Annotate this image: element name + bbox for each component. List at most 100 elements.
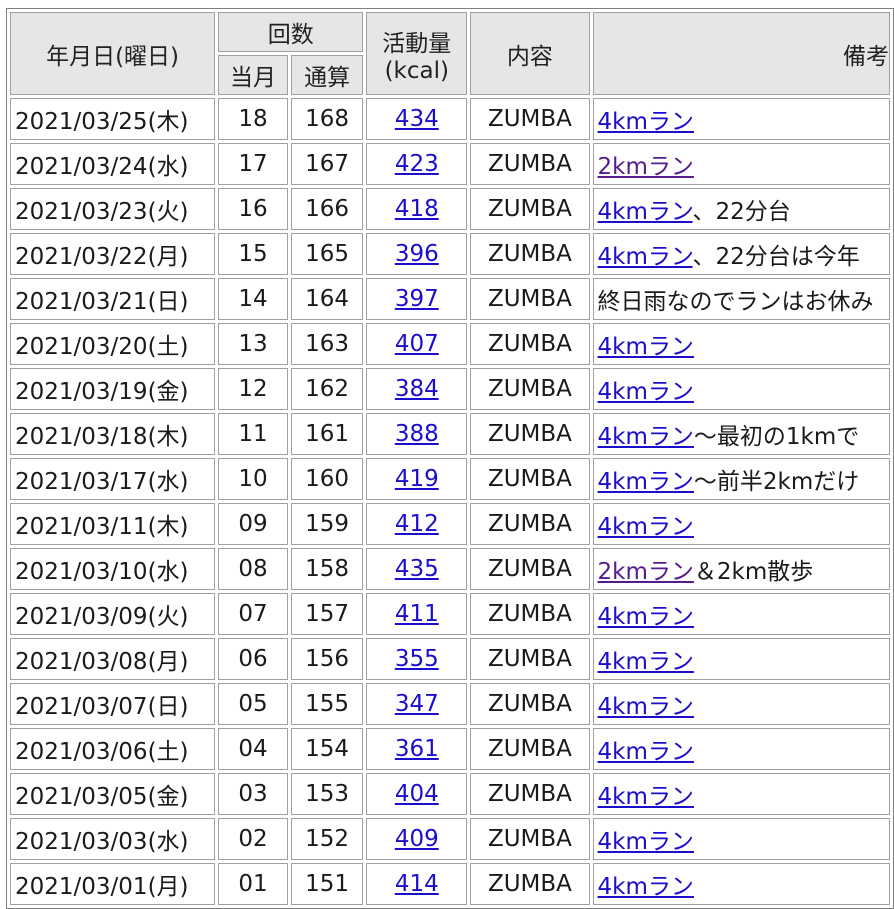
date-cell: 2021/03/17(水) <box>10 458 216 500</box>
table-row: 2021/03/10(水) 08 158 435 ZUMBA 2kmラン＆2km散歩 <box>10 548 890 590</box>
kcal-link[interactable]: 409 <box>395 826 439 852</box>
run-link[interactable]: 4kmラン <box>598 829 694 855</box>
kcal-link[interactable]: 411 <box>395 601 439 627</box>
run-link[interactable]: 4kmラン <box>598 244 693 270</box>
remarks-text: ～最初の1kmで <box>693 424 860 450</box>
month-count-cell: 12 <box>218 368 288 410</box>
header-activity-line1: 活動量 <box>382 30 452 57</box>
total-count-cell: 168 <box>290 98 364 140</box>
run-link[interactable]: 4kmラン <box>598 739 694 765</box>
kcal-link[interactable]: 435 <box>395 556 439 582</box>
remarks-cell: 4kmラン <box>592 98 890 140</box>
kcal-link[interactable]: 404 <box>395 781 439 807</box>
total-count-cell: 159 <box>290 503 364 545</box>
total-count-cell: 162 <box>290 368 364 410</box>
remarks-cell: 4kmラン <box>592 818 890 860</box>
table-row: 2021/03/18(木) 11 161 388 ZUMBA 4kmラン～最初の1kmで <box>10 413 890 455</box>
kcal-cell: 434 <box>366 98 468 140</box>
run-link[interactable]: 2kmラン <box>598 559 694 585</box>
total-count-cell: 154 <box>290 728 364 770</box>
kcal-link[interactable]: 361 <box>395 736 439 762</box>
table-row: 2021/03/23(火) 16 166 418 ZUMBA 4kmラン、22分台 <box>10 188 890 230</box>
total-count-cell: 167 <box>290 143 364 185</box>
table-body: 2021/03/25(木) 18 168 434 ZUMBA 4kmラン 2021/03/2… <box>10 98 890 905</box>
month-count-cell: 18 <box>218 98 288 140</box>
activity-log-table: 年月日(曜日) 回数 活動量 (kcal) 内容 備考 当月 通算 2021/0… <box>6 8 894 909</box>
month-count-cell: 16 <box>218 188 288 230</box>
kcal-cell: 419 <box>366 458 468 500</box>
kcal-cell: 409 <box>366 818 468 860</box>
kcal-link[interactable]: 397 <box>395 286 439 312</box>
total-count-cell: 152 <box>290 818 364 860</box>
table-row: 2021/03/05(金) 03 153 404 ZUMBA 4kmラン <box>10 773 890 815</box>
run-link[interactable]: 4kmラン <box>598 604 694 630</box>
content-cell: ZUMBA <box>470 638 590 680</box>
run-link[interactable]: 2kmラン <box>598 154 694 180</box>
month-count-cell: 08 <box>218 548 288 590</box>
header-count-total: 通算 <box>290 55 364 95</box>
month-count-cell: 10 <box>218 458 288 500</box>
kcal-link[interactable]: 396 <box>395 241 439 267</box>
total-count-cell: 158 <box>290 548 364 590</box>
content-cell: ZUMBA <box>470 503 590 545</box>
kcal-cell: 423 <box>366 143 468 185</box>
table-row: 2021/03/25(木) 18 168 434 ZUMBA 4kmラン <box>10 98 890 140</box>
remarks-cell: 4kmラン <box>592 503 890 545</box>
kcal-link[interactable]: 419 <box>395 466 439 492</box>
remarks-cell: 4kmラン <box>592 368 890 410</box>
kcal-link[interactable]: 412 <box>395 511 439 537</box>
kcal-cell: 414 <box>366 863 468 905</box>
total-count-cell: 156 <box>290 638 364 680</box>
kcal-link[interactable]: 407 <box>395 331 439 357</box>
month-count-cell: 04 <box>218 728 288 770</box>
run-link[interactable]: 4kmラン <box>598 199 693 225</box>
table-row: 2021/03/20(土) 13 163 407 ZUMBA 4kmラン <box>10 323 890 365</box>
kcal-link[interactable]: 418 <box>395 196 439 222</box>
remarks-text: 終日雨なのでランはお休み <box>597 289 874 315</box>
kcal-cell: 404 <box>366 773 468 815</box>
run-link[interactable]: 4kmラン <box>598 334 694 360</box>
kcal-link[interactable]: 355 <box>395 646 439 672</box>
kcal-link[interactable]: 414 <box>395 871 439 897</box>
table-row: 2021/03/21(日) 14 164 397 ZUMBA 終日雨なのでランはお休み <box>10 278 890 320</box>
content-cell: ZUMBA <box>470 548 590 590</box>
run-link[interactable]: 4kmラン <box>598 379 694 405</box>
table-row: 2021/03/11(木) 09 159 412 ZUMBA 4kmラン <box>10 503 890 545</box>
kcal-link[interactable]: 434 <box>395 106 439 132</box>
content-cell: ZUMBA <box>470 98 590 140</box>
kcal-cell: 388 <box>366 413 468 455</box>
total-count-cell: 164 <box>290 278 364 320</box>
run-link[interactable]: 4kmラン <box>598 694 694 720</box>
run-link[interactable]: 4kmラン <box>598 784 694 810</box>
content-cell: ZUMBA <box>470 683 590 725</box>
kcal-link[interactable]: 347 <box>395 691 439 717</box>
total-count-cell: 151 <box>290 863 364 905</box>
remarks-cell: 4kmラン～最初の1kmで <box>592 413 890 455</box>
run-link[interactable]: 4kmラン <box>598 649 694 675</box>
month-count-cell: 11 <box>218 413 288 455</box>
run-link[interactable]: 4kmラン <box>598 424 694 450</box>
remarks-cell: 4kmラン <box>592 593 890 635</box>
date-cell: 2021/03/01(月) <box>10 863 216 905</box>
remarks-cell: 2kmラン <box>592 143 890 185</box>
date-cell: 2021/03/09(火) <box>10 593 216 635</box>
month-count-cell: 01 <box>218 863 288 905</box>
content-cell: ZUMBA <box>470 728 590 770</box>
kcal-cell: 384 <box>366 368 468 410</box>
kcal-cell: 435 <box>366 548 468 590</box>
month-count-cell: 06 <box>218 638 288 680</box>
run-link[interactable]: 4kmラン <box>598 469 694 495</box>
table-row: 2021/03/06(土) 04 154 361 ZUMBA 4kmラン <box>10 728 890 770</box>
kcal-link[interactable]: 423 <box>395 151 439 177</box>
kcal-link[interactable]: 388 <box>395 421 439 447</box>
month-count-cell: 13 <box>218 323 288 365</box>
month-count-cell: 02 <box>218 818 288 860</box>
run-link[interactable]: 4kmラン <box>598 874 694 900</box>
content-cell: ZUMBA <box>470 143 590 185</box>
kcal-cell: 418 <box>366 188 468 230</box>
run-link[interactable]: 4kmラン <box>598 514 694 540</box>
run-link[interactable]: 4kmラン <box>598 109 694 135</box>
date-cell: 2021/03/18(木) <box>10 413 216 455</box>
total-count-cell: 163 <box>290 323 364 365</box>
kcal-link[interactable]: 384 <box>395 376 439 402</box>
